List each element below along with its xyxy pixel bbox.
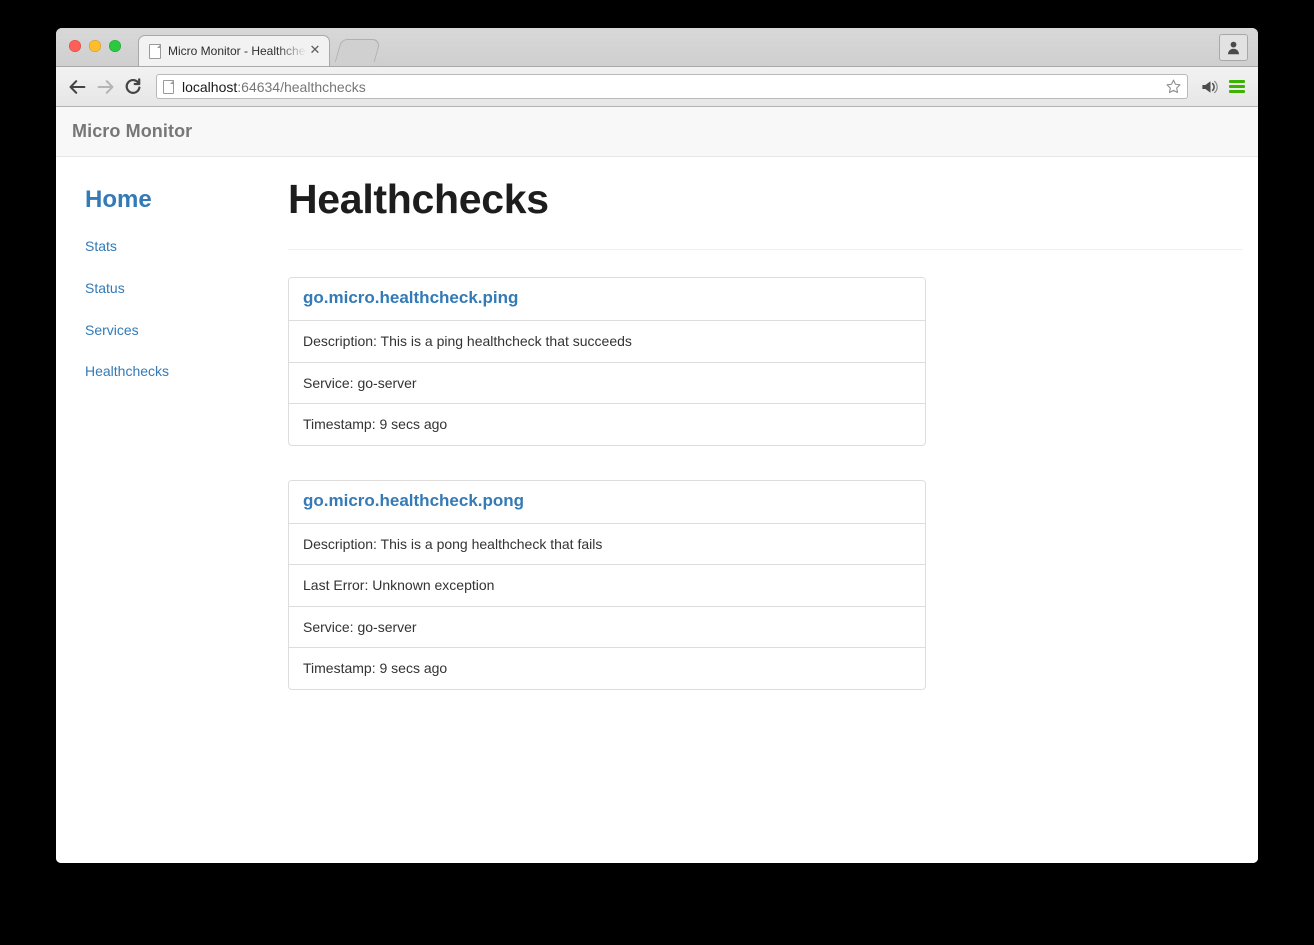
browser-toolbar: localhost:64634/healthchecks [56, 34, 1258, 107]
sidebar-item-status[interactable]: Status [85, 280, 286, 297]
healthcheck-panel: go.micro.healthcheck.pong Description: T… [288, 479, 926, 690]
browser-tabstrip: Micro Monitor - Healthchec ✕ [56, 28, 1258, 67]
healthcheck-detail-row: Description: This is a pong healthcheck … [289, 524, 925, 566]
window-controls [69, 40, 121, 52]
healthcheck-detail-row: Timestamp: 9 secs ago [303, 416, 448, 433]
close-tab-icon[interactable]: ✕ [307, 43, 323, 59]
healthcheck-detail-row: Service: go-server [289, 607, 925, 649]
healthcheck-name-link[interactable]: go.micro.healthcheck.ping [303, 288, 518, 307]
sidebar-item-healthchecks[interactable]: Healthchecks [85, 363, 286, 380]
healthcheck-panel: go.micro.healthcheck.ping Description: T… [288, 277, 926, 446]
back-button[interactable] [64, 74, 90, 100]
maximize-window-button[interactable] [109, 40, 121, 52]
address-bar-url: localhost:64634/healthchecks [182, 79, 1163, 95]
chrome-menu-icon[interactable] [1224, 74, 1250, 100]
healthcheck-detail-row: Service: go-server [289, 363, 925, 405]
browser-tab[interactable]: Micro Monitor - Healthchec ✕ [138, 35, 330, 66]
address-bar-path: :64634/healthchecks [237, 78, 366, 95]
main-content: Healthchecks go.micro.healthcheck.ping D… [286, 157, 1243, 724]
panel-heading: go.micro.healthcheck.pong [289, 480, 925, 524]
healthcheck-detail-row: Description: This is a ping healthcheck … [289, 321, 925, 363]
profile-avatar-icon[interactable] [1219, 34, 1248, 61]
title-divider [288, 249, 1242, 251]
address-bar-host: localhost [182, 78, 238, 95]
bookmark-star-icon[interactable] [1163, 77, 1183, 97]
sidebar: Home Stats Status Services Healthchecks [71, 157, 286, 724]
reload-button[interactable] [120, 74, 146, 100]
forward-button[interactable] [92, 74, 118, 100]
sidebar-item-stats[interactable]: Stats [85, 238, 286, 255]
healthcheck-name-link[interactable]: go.micro.healthcheck.pong [303, 491, 524, 510]
close-window-button[interactable] [69, 40, 81, 52]
app-brand[interactable]: Micro Monitor [71, 121, 192, 142]
healthcheck-detail-row: Last Error: Unknown exception [289, 565, 925, 607]
sidebar-item-home[interactable]: Home [85, 188, 286, 212]
page-favicon-icon [149, 43, 161, 59]
cast-icon[interactable] [1196, 74, 1222, 100]
minimize-window-button[interactable] [89, 40, 101, 52]
site-favicon-icon [163, 79, 174, 94]
address-bar[interactable]: localhost:64634/healthchecks [156, 74, 1188, 99]
panel-heading: go.micro.healthcheck.ping [289, 278, 925, 322]
page-title: Healthchecks [288, 176, 549, 222]
browser-window: Micro Monitor - Healthchec ✕ localhost:6… [56, 28, 1258, 863]
new-tab-button[interactable] [334, 39, 382, 62]
sidebar-item-services[interactable]: Services [85, 322, 286, 339]
page-container: Home Stats Status Services Healthchecks … [56, 157, 1258, 724]
page-viewport: Micro Monitor Home Stats Status Services… [56, 107, 1258, 863]
healthcheck-detail-row: Timestamp: 9 secs ago [303, 660, 448, 677]
browser-tab-title: Micro Monitor - Healthchec [168, 43, 307, 58]
app-navbar: Micro Monitor [56, 107, 1258, 157]
